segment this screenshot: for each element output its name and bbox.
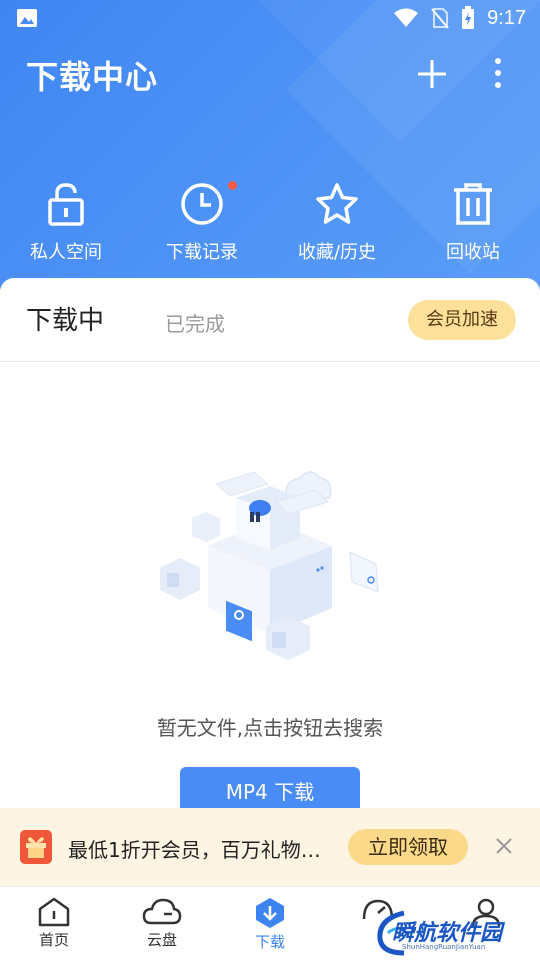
empty-illustration (160, 471, 379, 660)
header: 9:17 下载中心 私人空间 下载记录 收藏/历史 回收站 (0, 0, 540, 290)
quick-recycle-bin[interactable]: 回收站 (413, 176, 533, 266)
page-title: 下载中心 (26, 58, 159, 96)
promo-banner[interactable]: 最低1折开会员，百万礼物… 立即领取 (0, 808, 540, 886)
notification-dot (228, 181, 237, 190)
gift-icon (20, 830, 52, 864)
clock-icon (181, 183, 223, 225)
claim-button[interactable]: 立即领取 (348, 829, 468, 865)
cloud-icon (142, 898, 182, 925)
add-button[interactable] (414, 56, 450, 92)
tab-bar: 下载中 已完成 会员加速 (0, 278, 540, 362)
no-sim-icon (431, 8, 449, 29)
promo-text: 最低1折开会员，百万礼物… (68, 838, 321, 862)
clock-time: 9:17 (487, 6, 526, 29)
watermark-subtext: ShunHangRuanJianYuan (402, 943, 486, 951)
quick-private-space[interactable]: 私人空间 (6, 176, 126, 266)
quick-label: 回收站 (446, 242, 500, 263)
image-notification-icon (17, 9, 37, 27)
nav-download[interactable]: 下载 (216, 887, 324, 960)
star-icon (316, 183, 358, 224)
watermark-logo: 瞬航软件园 ShunHangRuanJianYuan (374, 907, 514, 959)
quick-favorites-history[interactable]: 收藏/历史 (277, 176, 397, 266)
battery-charging-icon (462, 6, 475, 29)
lock-icon (48, 183, 84, 226)
close-icon[interactable] (494, 836, 514, 856)
quick-label: 私人空间 (30, 242, 102, 263)
more-menu-button[interactable] (488, 56, 508, 92)
quick-label: 收藏/历史 (297, 242, 377, 263)
tab-completed[interactable]: 已完成 (165, 308, 225, 337)
nav-label: 云盘 (146, 931, 177, 949)
nav-label: 首页 (38, 931, 69, 949)
bottom-nav: 首页 云盘 下载 瞬航软件园 ShunHangRuanJianYuan (0, 886, 540, 960)
nav-label: 下载 (254, 933, 285, 951)
nav-cloud[interactable]: 云盘 (108, 887, 216, 960)
quick-actions: 私人空间 下载记录 收藏/历史 回收站 (0, 176, 540, 266)
home-icon (38, 897, 70, 927)
wifi-icon (394, 8, 419, 27)
status-bar: 9:17 (0, 0, 540, 36)
empty-message: 暂无文件,点击按钮去搜索 (156, 716, 384, 740)
quick-label: 下载记录 (166, 242, 238, 263)
tab-downloading[interactable]: 下载中 (26, 300, 104, 337)
trash-icon (454, 183, 492, 225)
quick-download-history[interactable]: 下载记录 (142, 176, 262, 266)
download-icon (256, 898, 284, 928)
nav-home[interactable]: 首页 (0, 887, 108, 960)
vip-boost-button[interactable]: 会员加速 (408, 300, 516, 340)
